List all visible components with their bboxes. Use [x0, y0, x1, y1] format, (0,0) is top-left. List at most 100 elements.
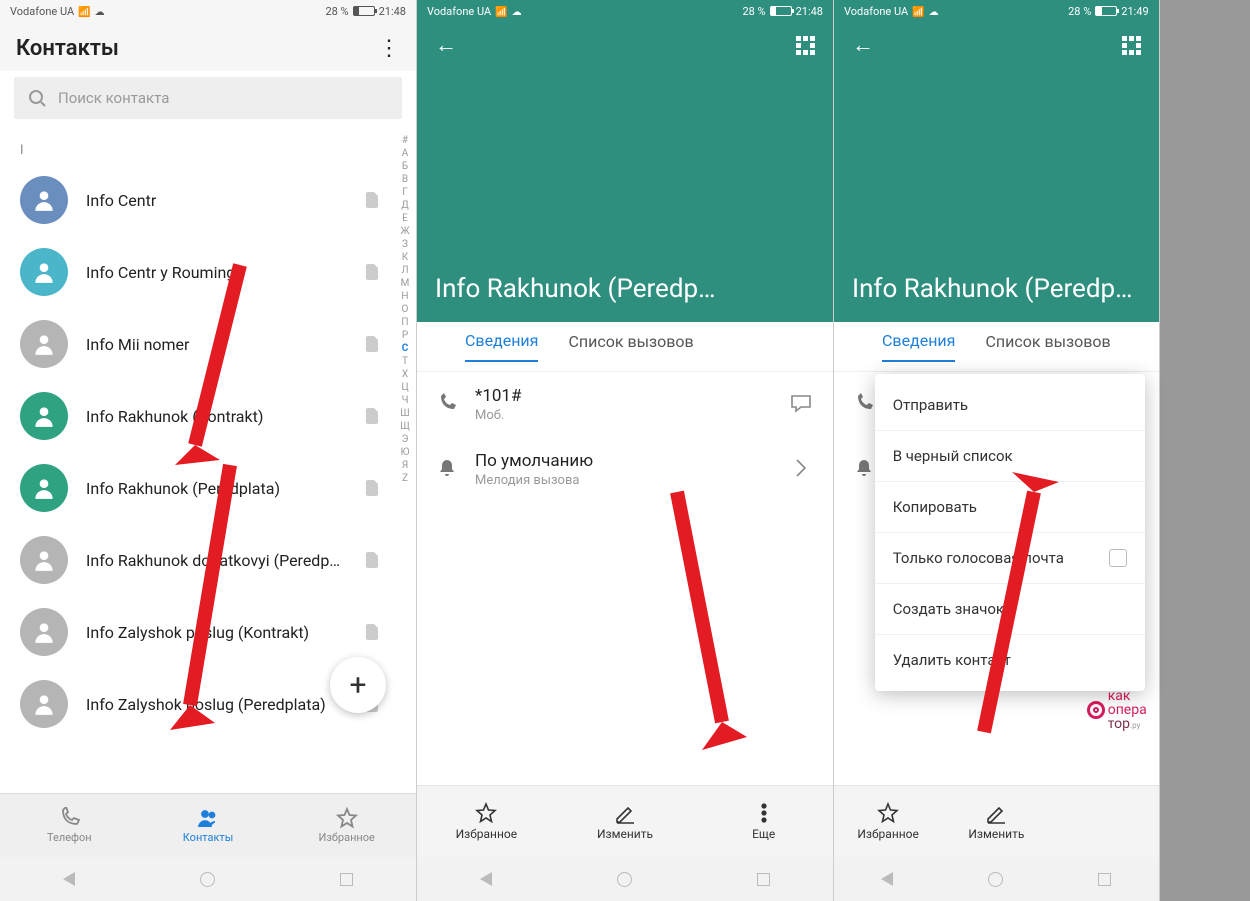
tab-contacts[interactable]: Контакты: [139, 794, 278, 857]
index-letter[interactable]: Ю: [398, 447, 412, 458]
index-letter[interactable]: Л: [398, 265, 412, 276]
nav-home[interactable]: [617, 872, 632, 887]
tab-details[interactable]: Сведения: [465, 331, 538, 362]
index-letter[interactable]: #: [398, 135, 412, 146]
message-icon[interactable]: [789, 391, 813, 419]
index-letter[interactable]: С: [398, 343, 412, 354]
cloud-icon: [512, 5, 522, 18]
phone-icon: [854, 393, 876, 417]
index-letter[interactable]: Д: [398, 200, 412, 211]
contact-row[interactable]: Info Centr y Roumingu: [0, 236, 416, 308]
carrier-label: Vodafone UA: [844, 5, 908, 18]
contacts-header: Контакты ⋮: [0, 22, 416, 71]
qr-icon[interactable]: [1122, 36, 1141, 55]
clock: 21:49: [1121, 5, 1148, 18]
index-letter[interactable]: Я: [398, 460, 412, 471]
contact-row[interactable]: Info Mii nomer: [0, 308, 416, 380]
index-letter[interactable]: О: [398, 304, 412, 315]
nav-back[interactable]: [480, 872, 492, 886]
edit-button[interactable]: Изменить: [556, 786, 695, 857]
overflow-icon[interactable]: ⋮: [378, 38, 400, 60]
status-bar: Vodafone UA 28 % 21:48: [0, 0, 416, 22]
more-button[interactable]: Еще: [694, 786, 833, 857]
tab-call-log[interactable]: Список вызовов: [985, 332, 1110, 361]
tab-favorites[interactable]: Избранное: [277, 794, 416, 857]
avatar: [20, 392, 68, 440]
menu-item[interactable]: Создать значок: [875, 583, 1145, 634]
index-letter[interactable]: Z: [398, 473, 412, 484]
system-nav: [417, 857, 833, 901]
index-letter[interactable]: Ч: [398, 395, 412, 406]
tab-phone[interactable]: Телефон: [0, 794, 139, 857]
contact-row[interactable]: Info Rakhunok (Peredplata): [0, 452, 416, 524]
index-letter[interactable]: Щ: [398, 421, 412, 432]
index-letter[interactable]: В: [398, 174, 412, 185]
ringtone-row[interactable]: По умолчанию Мелодия вызова: [417, 437, 833, 502]
checkbox[interactable]: [1109, 549, 1127, 567]
contacts-list[interactable]: I Info Centr Info Centr y Roumingu Info …: [0, 125, 416, 793]
back-button[interactable]: ←: [435, 32, 457, 58]
index-letter[interactable]: Н: [398, 291, 412, 302]
index-letter[interactable]: Р: [398, 330, 412, 341]
nav-home[interactable]: [988, 872, 1003, 887]
search-input[interactable]: Поиск контакта: [14, 77, 402, 119]
index-letter[interactable]: П: [398, 317, 412, 328]
contact-name: Info Rakhunok (Peredplata): [86, 479, 348, 498]
index-letter[interactable]: К: [398, 252, 412, 263]
search-icon: [28, 89, 46, 107]
star-icon: [336, 807, 358, 829]
index-letter[interactable]: Е: [398, 213, 412, 224]
contact-name: Info Centr y Roumingu: [86, 263, 348, 282]
index-letter[interactable]: З: [398, 239, 412, 250]
ringtone-label: Мелодия вызова: [475, 473, 773, 488]
phone-row[interactable]: *101# Моб.: [417, 372, 833, 437]
nav-recent[interactable]: [340, 873, 353, 886]
index-letter[interactable]: Б: [398, 161, 412, 172]
favorite-button[interactable]: Избранное: [417, 786, 556, 857]
sim-icon: [366, 480, 378, 496]
menu-item[interactable]: Копировать: [875, 481, 1145, 532]
contact-name: Info Rakhunok (Kontrakt): [86, 407, 348, 426]
phone-icon: [437, 393, 459, 417]
nav-back[interactable]: [63, 872, 75, 886]
detail-tabs: Сведения Список вызовов: [417, 322, 833, 372]
index-letter[interactable]: Х: [398, 369, 412, 380]
index-letter[interactable]: Э: [398, 434, 412, 445]
phone-type: Моб.: [475, 408, 773, 423]
avatar: [20, 680, 68, 728]
nav-home[interactable]: [200, 872, 215, 887]
qr-icon[interactable]: [796, 36, 815, 55]
index-letter[interactable]: Ш: [398, 408, 412, 419]
ringtone-value: По умолчанию: [475, 451, 773, 471]
avatar: [20, 248, 68, 296]
menu-item[interactable]: В черный список: [875, 430, 1145, 481]
tab-details[interactable]: Сведения: [882, 331, 955, 362]
contact-row[interactable]: Info Rakhunok dodatkovyi (Peredp…: [0, 524, 416, 596]
nav-back[interactable]: [881, 872, 893, 886]
more-dots-icon: [753, 802, 775, 824]
contact-header: ← Info Rakhunok (Peredp…: [417, 22, 833, 322]
tab-call-log[interactable]: Список вызовов: [568, 332, 693, 361]
menu-item[interactable]: Только голосовая почта: [875, 532, 1145, 583]
detail-body: *101# Моб. По умолчанию Мелодия вызова: [417, 372, 833, 785]
index-letter[interactable]: Ж: [398, 226, 412, 237]
add-contact-button[interactable]: +: [330, 657, 386, 713]
nav-recent[interactable]: [757, 873, 770, 886]
menu-item[interactable]: Удалить контакт: [875, 634, 1145, 685]
back-button[interactable]: ←: [852, 32, 874, 58]
battery-percent: 28 %: [325, 5, 348, 18]
index-letter[interactable]: Г: [398, 187, 412, 198]
contact-row[interactable]: Info Centr: [0, 164, 416, 236]
nav-recent[interactable]: [1098, 873, 1111, 886]
edit-button[interactable]: Изменить: [942, 786, 1050, 857]
index-letter[interactable]: М: [398, 278, 412, 289]
index-scrollbar[interactable]: # АБВГДЕЖЗКЛМНОПРСТХЦЧШЩЭЮЯZ: [398, 135, 412, 783]
index-letter[interactable]: Т: [398, 356, 412, 367]
carrier-label: Vodafone UA: [427, 5, 491, 18]
favorite-button[interactable]: Избранное: [834, 786, 942, 857]
menu-item[interactable]: Отправить: [875, 380, 1145, 430]
index-letter[interactable]: А: [398, 148, 412, 159]
contact-row[interactable]: Info Rakhunok (Kontrakt): [0, 380, 416, 452]
index-letter[interactable]: Ц: [398, 382, 412, 393]
contact-name: Info Centr: [86, 191, 348, 210]
